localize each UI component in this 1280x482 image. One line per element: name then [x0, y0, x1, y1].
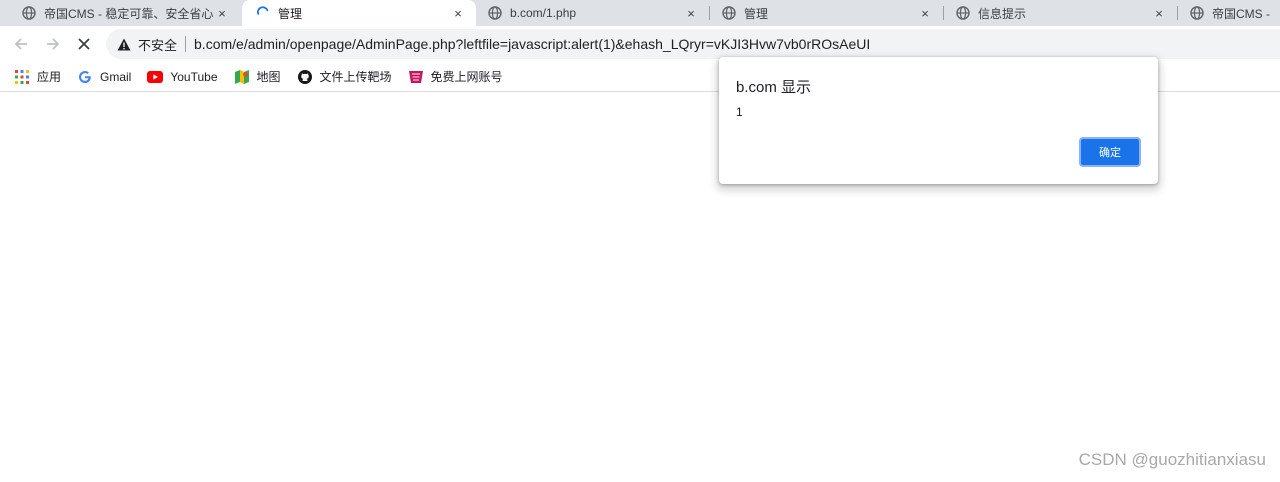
bookmark-label: 地图	[256, 70, 281, 84]
dialog-title: b.com 显示	[736, 79, 812, 96]
globe-icon	[1190, 6, 1204, 20]
tab-title: 管理	[278, 6, 303, 21]
bookmark-free-account[interactable]: 免费上网账号	[408, 66, 503, 88]
tab-title: 信息提示	[978, 6, 1027, 21]
bookmark-maps[interactable]: 地图	[234, 66, 281, 88]
youtube-icon	[147, 69, 164, 85]
close-x-icon	[78, 38, 90, 50]
bookmark-logo-icon	[408, 69, 424, 85]
loading-spinner-icon	[256, 6, 270, 20]
globe-icon	[22, 6, 36, 20]
github-icon	[297, 69, 313, 85]
close-icon[interactable]: ×	[214, 5, 230, 21]
tab-empire-cms-2[interactable]: 帝国CMS -	[1178, 0, 1280, 26]
bookmark-label: YouTube	[170, 69, 218, 84]
back-button[interactable]	[9, 32, 33, 56]
bookmark-label: Gmail	[100, 69, 132, 84]
bookmark-youtube[interactable]: YouTube	[147, 66, 218, 88]
tab-b-com-1-php[interactable]: b.com/1.php ×	[476, 0, 709, 26]
close-icon[interactable]: ×	[683, 5, 699, 21]
globe-icon	[722, 6, 736, 20]
globe-icon	[488, 6, 502, 20]
forward-button[interactable]	[41, 32, 65, 56]
google-icon	[77, 69, 93, 85]
stop-loading-button[interactable]	[72, 32, 96, 56]
security-status-label[interactable]: 不安全	[138, 35, 177, 54]
alert-dialog: b.com 显示 1 确定	[719, 57, 1158, 184]
tab-title: 帝国CMS -	[1212, 6, 1270, 21]
watermark: CSDN @guozhitianxiasu	[1078, 450, 1266, 469]
tab-title: 帝国CMS - 稳定可靠、安全省心	[44, 6, 214, 21]
warning-triangle-icon[interactable]	[116, 36, 132, 52]
tab-title: b.com/1.php	[510, 6, 577, 20]
bookmark-gmail[interactable]: Gmail	[77, 66, 131, 88]
close-icon[interactable]: ×	[1151, 5, 1167, 21]
address-bar[interactable]: 不安全 b.com/e/admin/openpage/AdminPage.php…	[106, 29, 1280, 59]
tab-empire-cms[interactable]: 帝国CMS - 稳定可靠、安全省心 ×	[0, 0, 240, 26]
bookmark-label: 免费上网账号	[430, 70, 503, 84]
maps-icon	[234, 69, 250, 85]
ok-button[interactable]: 确定	[1079, 137, 1141, 167]
tab-title: 管理	[744, 6, 769, 21]
apps-grid-icon	[14, 69, 30, 85]
bookmark-apps[interactable]: 应用	[14, 66, 61, 88]
forward-arrow-icon	[47, 38, 60, 50]
globe-icon	[956, 6, 970, 20]
back-arrow-icon	[14, 38, 27, 50]
close-icon[interactable]: ×	[917, 5, 933, 21]
bookmark-label: 文件上传靶场	[319, 70, 392, 84]
tab-admin-active[interactable]: 管理 ×	[242, 0, 476, 26]
divider	[185, 36, 187, 52]
dialog-message: 1	[736, 105, 743, 119]
bookmark-label: 应用	[37, 70, 62, 84]
close-icon[interactable]: ×	[450, 5, 466, 21]
tab-strip: 帝国CMS - 稳定可靠、安全省心 × 管理 × b.com/1.php × 管…	[0, 0, 1280, 26]
url-text[interactable]: b.com/e/admin/openpage/AdminPage.php?lef…	[194, 36, 870, 52]
bookmark-upload-range[interactable]: 文件上传靶场	[297, 66, 392, 88]
tab-info-prompt[interactable]: 信息提示 ×	[944, 0, 1177, 26]
tab-admin[interactable]: 管理 ×	[710, 0, 943, 26]
